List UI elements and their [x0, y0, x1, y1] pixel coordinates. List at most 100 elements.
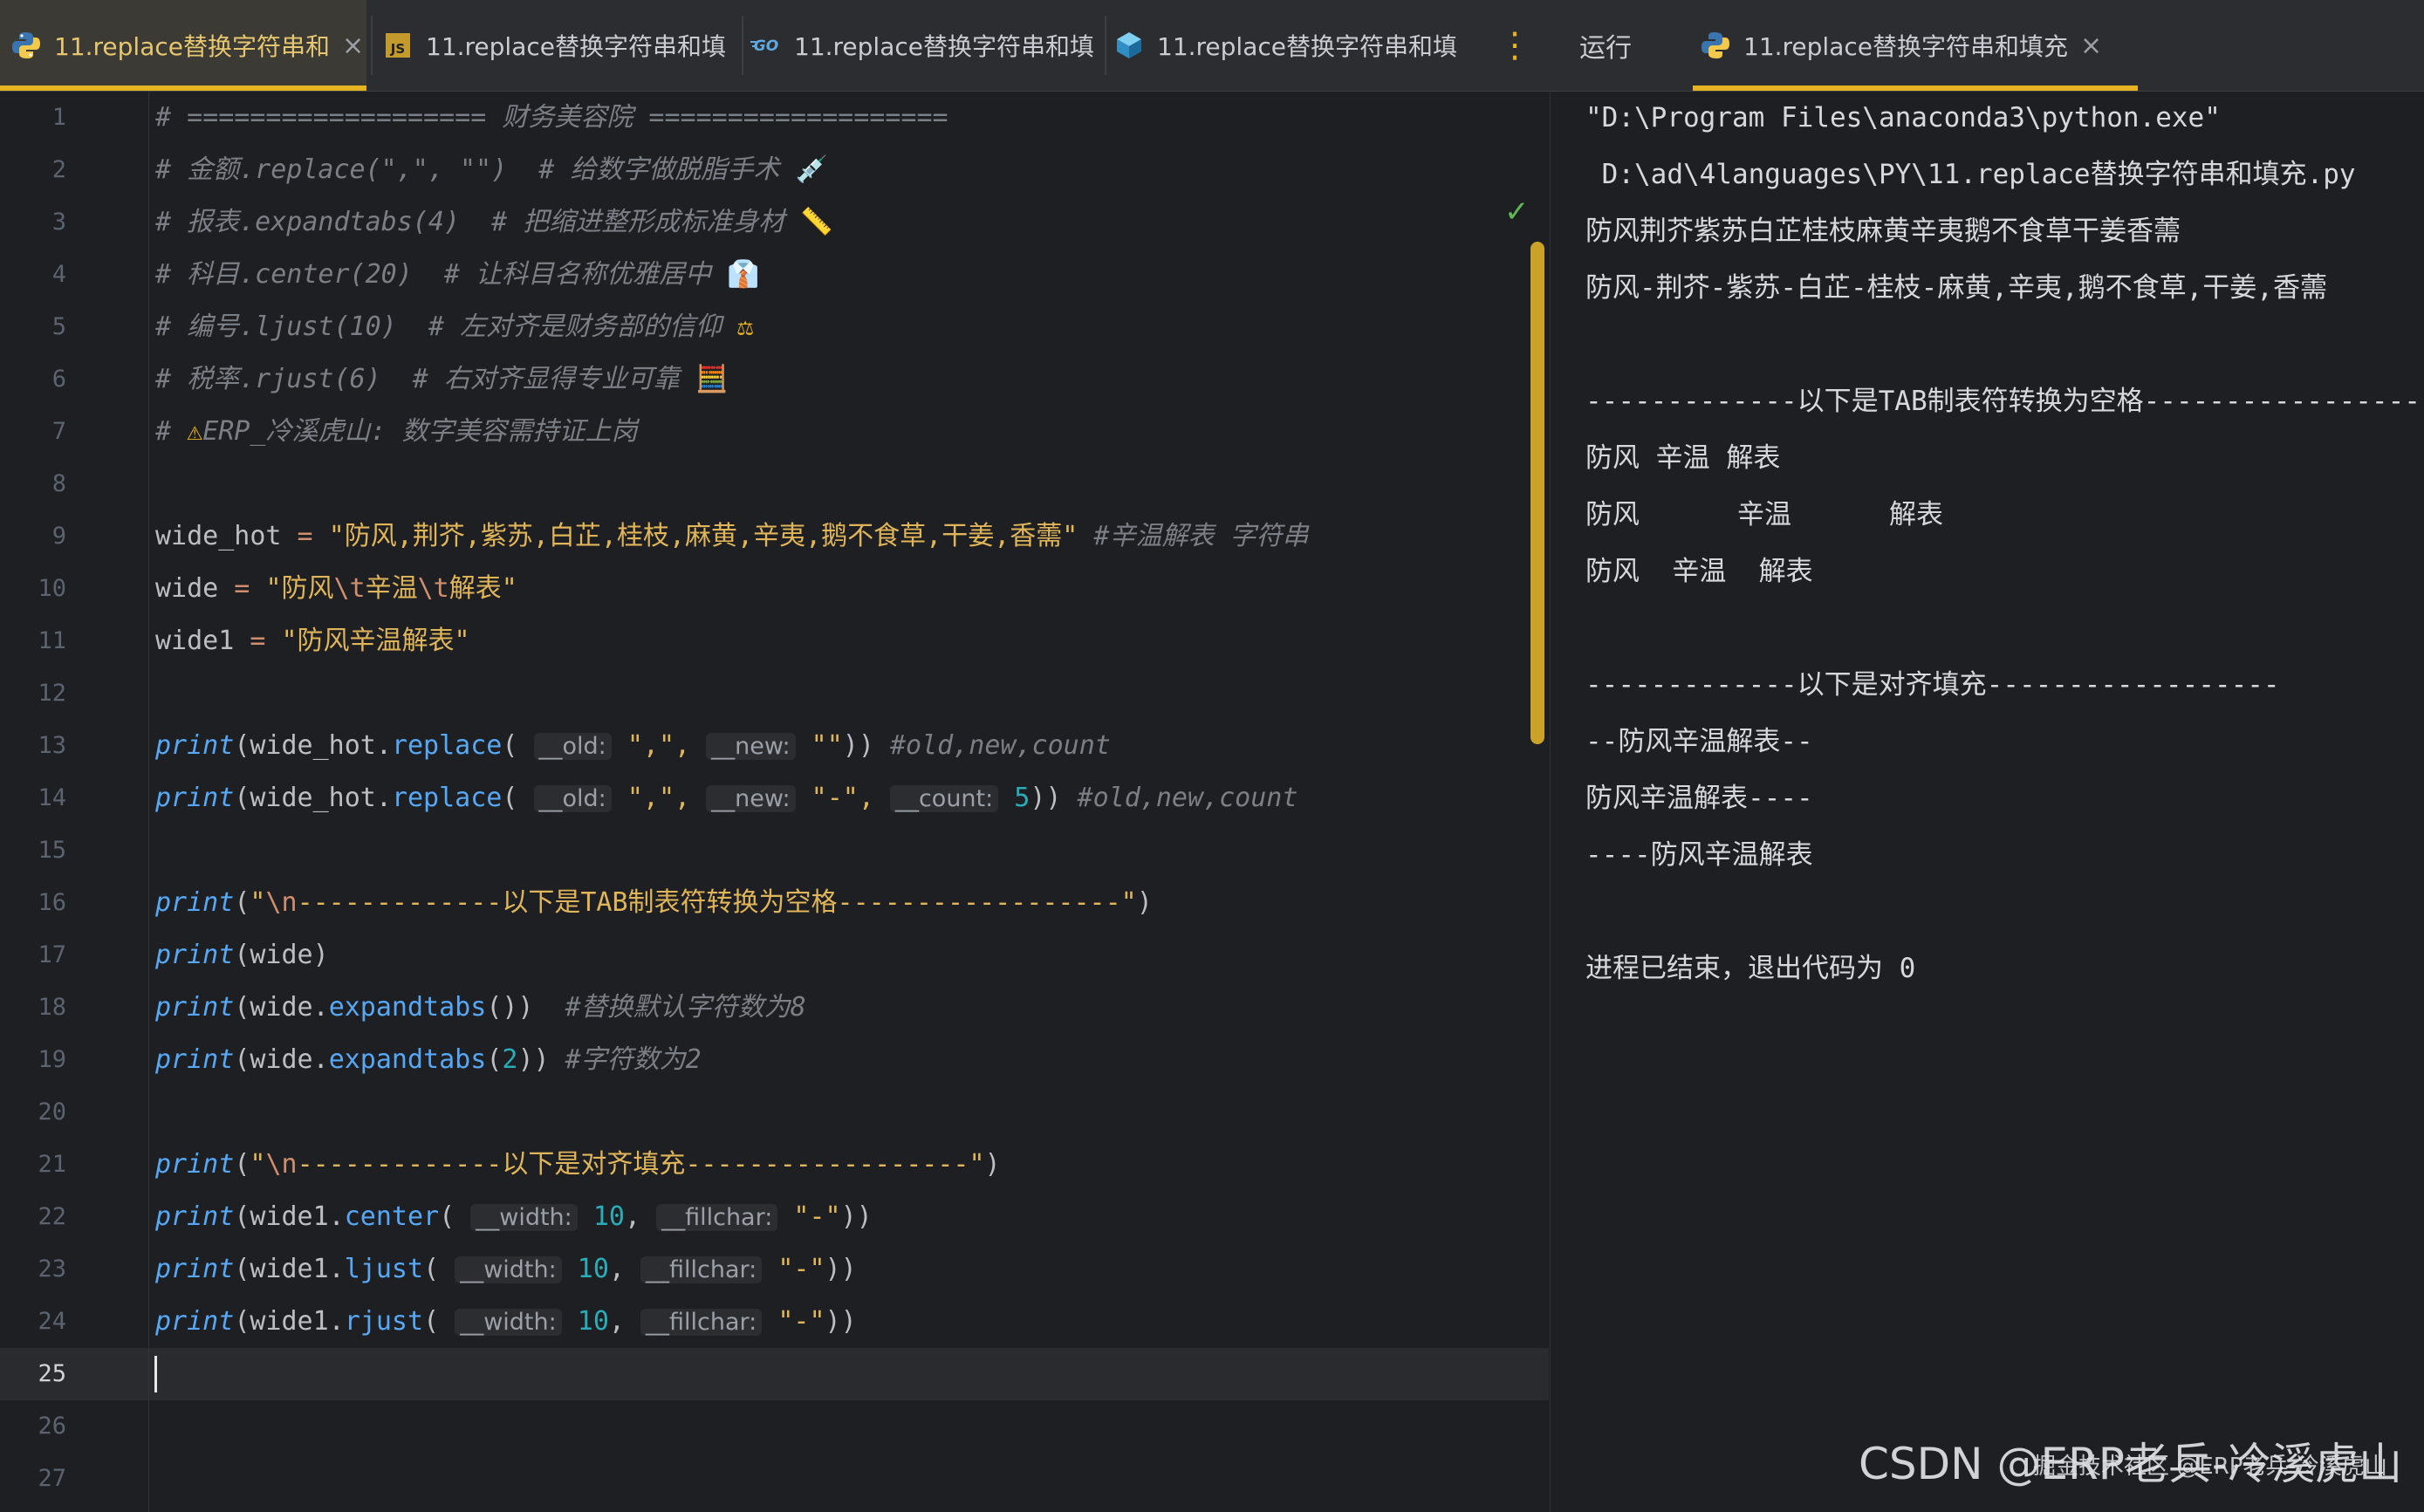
code-text: ( — [502, 783, 534, 813]
string-literal: -------------以下是对齐填充------------------" — [297, 1149, 985, 1180]
number-literal: 10 — [577, 1201, 625, 1232]
line-number-current: 25 — [38, 1360, 66, 1387]
number-literal: 10 — [561, 1306, 609, 1337]
code-text: ( — [234, 887, 250, 918]
number-literal: 2 — [502, 1044, 518, 1075]
code-text: (wide1. — [234, 1254, 345, 1284]
line-number: 3 — [51, 209, 66, 236]
line-number: 21 — [38, 1151, 66, 1178]
parameter-hint: __new: — [706, 733, 796, 760]
operator: = — [234, 626, 282, 656]
line-number: 24 — [38, 1308, 66, 1335]
code-line-19: print(wide.expandtabs(2)) #字符数为2 — [155, 1034, 702, 1086]
run-tab-label: 11.replace替换字符串和填充 — [1743, 32, 2068, 61]
code-text: )) — [825, 1306, 857, 1337]
output-line: 进程已结束，退出代码为 0 — [1585, 953, 1916, 984]
necktie-icon: 👔 — [727, 259, 760, 290]
tab-go-file[interactable]: GO 11.replace替换字符串和填 — [745, 0, 1103, 91]
operator: = — [281, 521, 329, 551]
parameter-hint: __fillchar: — [640, 1309, 763, 1336]
line-number: 11 — [38, 627, 66, 654]
code-text: )) — [517, 1044, 550, 1075]
code-line-23: print(wide1.ljust( __width: 10, __fillch… — [155, 1243, 857, 1296]
tab-javascript-file[interactable]: JS 11.replace替换字符串和填 — [375, 0, 742, 91]
abacus-icon: 🧮 — [695, 364, 729, 394]
code-text: (wide_hot. — [234, 783, 392, 813]
tab-cube-file[interactable]: 11.replace替换字符串和填 — [1108, 0, 1475, 91]
parameter-hint: __new: — [706, 785, 796, 812]
code-line-1: # =================== 财务美容院 ============… — [155, 102, 948, 133]
run-output-panel[interactable]: "D:\Program Files\anaconda3\python.exe" … — [1550, 92, 2424, 1512]
editor-tab-bar: 11.replace替换字符串和 × JS 11.replace替换字符串和填 … — [0, 0, 2424, 92]
close-icon[interactable]: × — [2080, 31, 2102, 61]
escape-sequence: \t — [333, 573, 366, 604]
line-number: 13 — [38, 732, 66, 759]
warning-icon: ⚠ — [187, 416, 203, 447]
output-line: -------------以下是对齐填充------------------ — [1585, 669, 2280, 701]
active-tab-indicator — [0, 86, 366, 91]
code-line-4: # 科目.center(20) # 让科目名称优雅居中 👔 — [155, 249, 759, 301]
code-text: , — [624, 1201, 657, 1232]
builtin-print: print — [155, 992, 235, 1023]
tab-label: 11.replace替换字符串和填 — [1157, 32, 1457, 61]
cube-icon — [1112, 28, 1147, 63]
line-number: 1 — [51, 104, 66, 131]
comment-text: # 报表.expandtabs(4) # 把缩进整形成标准身材 — [155, 207, 801, 237]
escape-sequence: \n — [265, 887, 298, 918]
line-number-gutter: 1 2 3 4 5 6 7 8 9 10 11 12 13 14 15 16 1… — [0, 92, 149, 1512]
python-icon — [1698, 28, 1733, 63]
line-number: 19 — [38, 1046, 66, 1073]
code-text: , — [608, 1306, 641, 1337]
code-editor[interactable]: 1 2 3 4 5 6 7 8 9 10 11 12 13 14 15 16 1… — [0, 92, 1549, 1512]
run-config-tab[interactable]: 11.replace替换字符串和填充 × — [1693, 0, 2138, 91]
output-line: "D:\Program Files\anaconda3\python.exe" — [1585, 102, 2221, 133]
close-icon[interactable]: × — [342, 31, 364, 61]
checkmark-icon: ✓ — [1504, 195, 1530, 229]
text-caret — [154, 1356, 157, 1392]
editor-scrollbar[interactable] — [1530, 242, 1544, 744]
balance-scale-icon: ⚖ — [737, 311, 754, 342]
operator: = — [218, 573, 266, 604]
python-icon — [9, 28, 44, 63]
line-number: 17 — [38, 941, 66, 968]
current-line-highlight — [0, 1348, 1549, 1400]
builtin-print: print — [155, 1201, 235, 1232]
comment-text: #替换默认字符数为8 — [533, 992, 806, 1023]
output-line: -------------以下是TAB制表符转换为空格-------------… — [1585, 386, 2424, 417]
line-number: 9 — [51, 523, 66, 550]
code-line-5: # 编号.ljust(10) # 左对齐是财务部的信仰 ⚖ — [155, 301, 753, 353]
more-tabs-icon[interactable]: ⋮ — [1497, 23, 1532, 68]
line-number: 22 — [38, 1203, 66, 1230]
tab-divider — [371, 16, 373, 75]
code-line-22: print(wide1.center( __width: 10, __fillc… — [155, 1191, 873, 1243]
code-text: )) — [825, 1254, 857, 1284]
run-tool-window-title: 运行 — [1579, 33, 1632, 64]
method-name: rjust — [344, 1306, 424, 1337]
parameter-hint: __fillchar: — [640, 1256, 763, 1283]
syringe-icon: 💉 — [795, 154, 828, 185]
code-text: (wide_hot. — [234, 730, 392, 761]
string-literal: "防风,荆芥,紫苏,白芷,桂枝,麻黄,辛夷,鹅不食草,干姜,香薷" — [328, 521, 1078, 551]
string-literal: "" — [795, 730, 843, 761]
comment-text: #字符数为2 — [549, 1044, 702, 1075]
code-line-18: print(wide.expandtabs()) #替换默认字符数为8 — [155, 982, 806, 1034]
builtin-print: print — [155, 1306, 235, 1337]
builtin-print: print — [155, 1254, 235, 1284]
tab-python-file[interactable]: 11.replace替换字符串和 × — [0, 0, 366, 91]
code-text: (wide. — [234, 992, 329, 1023]
tab-label: 11.replace替换字符串和填 — [426, 32, 726, 61]
parameter-hint: __old: — [533, 785, 612, 812]
string-literal: "-" — [762, 1254, 825, 1284]
variable: wide — [155, 573, 219, 604]
builtin-print: print — [155, 1044, 235, 1075]
code-line-6: # 税率.rjust(6) # 右对齐显得专业可靠 🧮 — [155, 353, 728, 406]
code-text: ( — [439, 1201, 471, 1232]
code-text: , — [608, 1254, 641, 1284]
comment-text: # 税率.rjust(6) # 右对齐显得专业可靠 — [155, 364, 695, 394]
line-number: 7 — [51, 418, 66, 445]
variable: wide1 — [155, 626, 235, 656]
builtin-print: print — [155, 783, 235, 813]
comment-text: # 编号.ljust(10) # 左对齐是财务部的信仰 — [155, 311, 738, 342]
code-text: )) — [840, 1201, 873, 1232]
code-line-9: wide_hot = "防风,荆芥,紫苏,白芷,桂枝,麻黄,辛夷,鹅不食草,干姜… — [155, 510, 1309, 563]
